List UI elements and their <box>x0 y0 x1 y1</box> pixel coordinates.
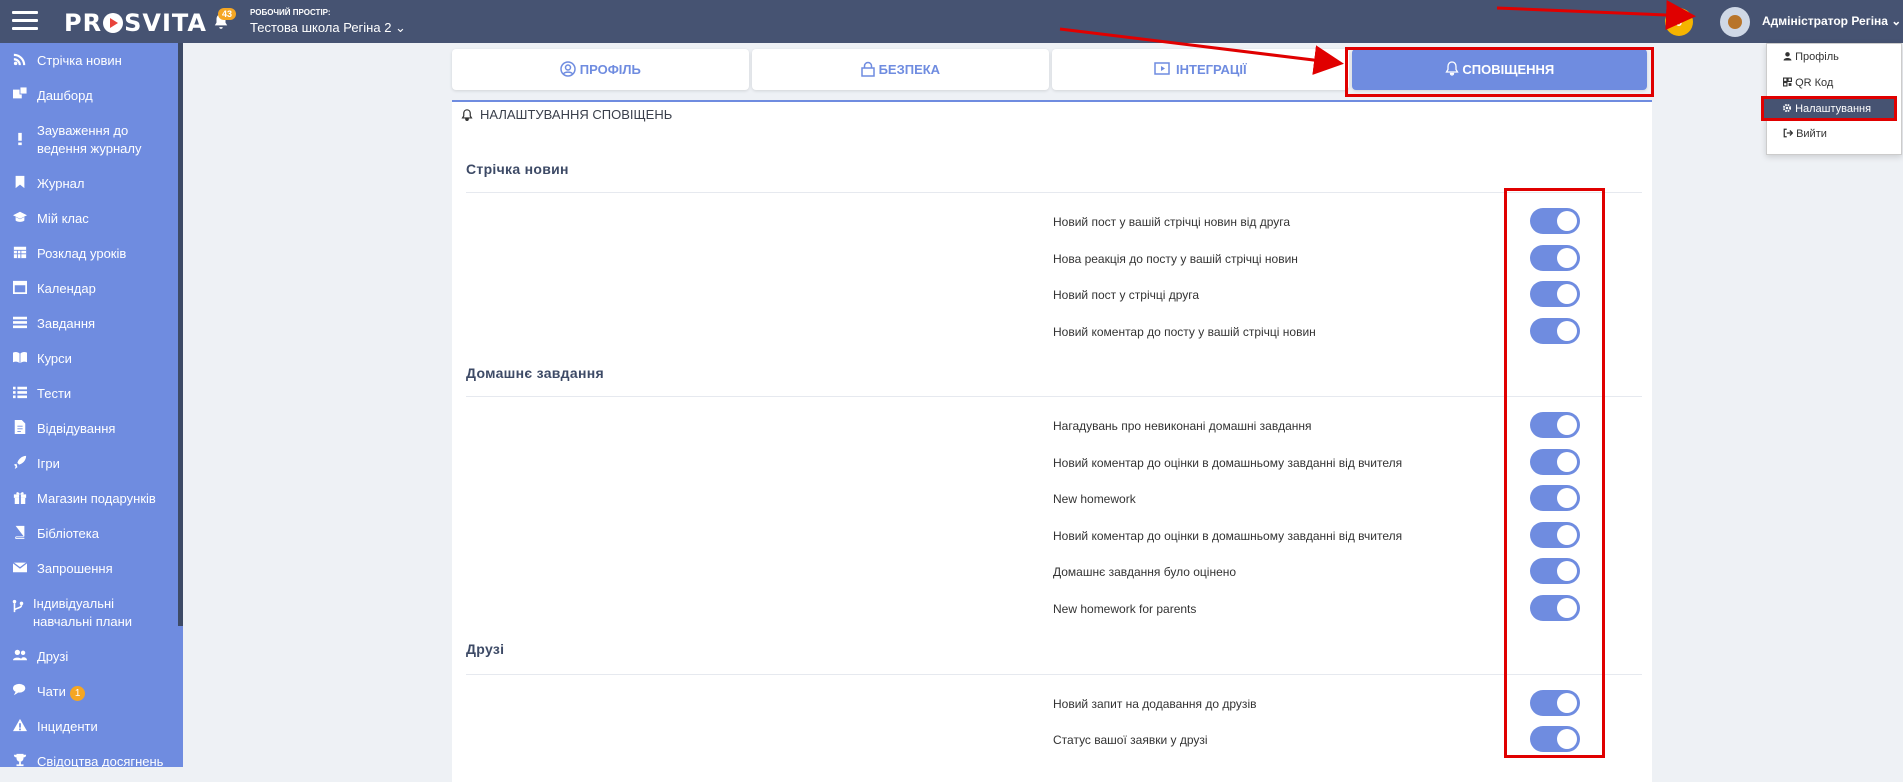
user-circle-icon <box>560 61 576 77</box>
sidebar-item-label: Свідоцтва досягнень <box>37 754 164 767</box>
sign-out-icon <box>1783 128 1794 138</box>
setting-label: Статус вашої заявки у друзі <box>1053 733 1208 747</box>
top-bar: PR SVITA 43 РОБОЧИЙ ПРОСТІР: Тестова школ… <box>0 0 1903 43</box>
setting-label: Новий пост у вашій стрічці новин від дру… <box>1053 215 1291 229</box>
dropdown-item-settings[interactable]: Налаштування <box>1761 96 1897 121</box>
sidebar-item-label: Розклад уроків <box>37 246 127 261</box>
tab-profile[interactable]: ПРОФІЛЬ <box>452 49 749 90</box>
sidebar-item-label: Чати 1 <box>37 683 177 701</box>
sidebar-item-label: Мій клас <box>37 211 89 226</box>
gift-icon <box>13 492 27 504</box>
sidebar-item-label: Зауваження до ведення журналу <box>37 123 142 156</box>
workspace-label: РОБОЧИЙ ПРОСТІР: <box>250 8 331 17</box>
section-title-news-feed: Стрічка новин <box>466 161 569 177</box>
sidebar-item-label: Тести <box>37 386 72 401</box>
setting-label: New homework <box>1053 492 1136 506</box>
bookmark-icon <box>15 175 25 189</box>
gear-icon <box>1782 103 1792 113</box>
section-title-homework: Домашнє завдання <box>466 365 604 381</box>
envelope-icon <box>12 562 28 573</box>
setting-label: Новий коментар до посту у вашій стрічці … <box>1053 325 1316 339</box>
setting-label: Нагадувань про невиконані домашні завдан… <box>1053 419 1312 433</box>
branch-icon <box>12 599 24 613</box>
sidebar-item-label: Календар <box>37 281 96 296</box>
sidebar-item-label: Завдання <box>37 316 96 331</box>
calendar-icon <box>13 280 27 294</box>
lock-icon <box>861 61 875 77</box>
sidebar: Стрічка новин Дашборд Зауваження до веде… <box>0 43 183 767</box>
dropdown-item-label: QR Код <box>1795 77 1834 89</box>
divider <box>466 192 1642 193</box>
user-icon <box>1783 52 1792 61</box>
dropdown-item-label: Вийти <box>1796 128 1827 140</box>
dropdown-item-label: Профіль <box>1795 51 1839 63</box>
sidebar-item-label: Інциденти <box>37 719 98 734</box>
avatar[interactable] <box>1720 7 1750 37</box>
tab-security-label: БЕЗПЕКА <box>878 62 941 77</box>
coins-badge[interactable]: 0 <box>1665 8 1693 36</box>
sidebar-item-label: Ігри <box>37 456 60 471</box>
sidebar-item-label: Журнал <box>37 176 85 191</box>
sidebar-item-label: Магазин подарунків <box>37 491 156 506</box>
integration-icon <box>1154 62 1171 75</box>
sidebar-item-label: Стрічка новин <box>37 53 122 68</box>
sidebar-item-label: Друзі <box>37 649 69 664</box>
menu-toggle-button[interactable] <box>12 11 38 31</box>
setting-label: Домашнє завдання було оцінено <box>1053 565 1237 579</box>
setting-label: Новий пост у стрічці друга <box>1053 288 1200 302</box>
sidebar-item-label-text: Чати <box>37 684 66 699</box>
chat-unread-badge: 1 <box>69 686 86 701</box>
dropdown-item-label: Налаштування <box>1795 103 1872 115</box>
logo[interactable]: PR SVITA <box>64 9 207 37</box>
document-icon <box>14 420 26 434</box>
user-menu-toggle[interactable]: Адміністратор Регіна ⌄ <box>1762 14 1901 28</box>
dropdown-item-qr-code[interactable]: QR Код <box>1783 77 1833 89</box>
workspace-selector[interactable]: Тестова школа Регіна 2 ⌄ <box>250 20 406 36</box>
warning-icon <box>13 718 27 732</box>
sidebar-item-label: Індивідуальні навчальні плани <box>33 596 133 629</box>
setting-label: Новий коментар до оцінки в домашньому за… <box>1053 529 1403 543</box>
rss-icon <box>13 53 26 66</box>
graduation-cap-icon <box>13 211 27 222</box>
trophy-icon <box>13 753 27 767</box>
toggles-highlight <box>1504 188 1605 758</box>
setting-label: New homework for parents <box>1053 602 1197 616</box>
notifications-count-badge: 43 <box>218 8 237 20</box>
sidebar-item-label: Бібліотека <box>37 526 99 541</box>
chat-icon <box>13 683 26 696</box>
dashboard-icon <box>13 87 28 99</box>
qr-code-icon <box>1783 77 1792 87</box>
tab-security[interactable]: БЕЗПЕКА <box>752 49 1049 90</box>
list-icon <box>13 386 27 399</box>
setting-label: Новий запит на додавання до друзів <box>1053 697 1257 711</box>
rocket-icon <box>13 455 27 469</box>
tab-integrations-label: ІНТЕГРАЦІЇ <box>1176 62 1247 77</box>
calendar-grid-icon <box>13 246 27 259</box>
exclamation-icon <box>18 132 22 146</box>
users-icon <box>13 649 27 661</box>
sidebar-item-label: Дашборд <box>37 88 93 103</box>
setting-label: Новий коментар до оцінки в домашньому за… <box>1053 456 1403 470</box>
sidebar-item-label: Відвідування <box>37 421 116 436</box>
active-tab-highlight <box>1345 47 1654 97</box>
tab-profile-label: ПРОФІЛЬ <box>579 62 641 77</box>
section-title-friends: Друзі <box>466 641 505 657</box>
library-icon <box>15 525 25 539</box>
panel-bell-icon <box>461 109 473 121</box>
notification-settings-panel <box>452 100 1652 782</box>
book-open-icon <box>13 352 27 364</box>
setting-label: Нова реакція до посту у вашій стрічці но… <box>1053 252 1298 266</box>
divider <box>466 674 1642 675</box>
sidebar-item-label: Запрошення <box>37 561 113 576</box>
tab-integrations[interactable]: ІНТЕГРАЦІЇ <box>1052 49 1349 90</box>
panel-title: НАЛАШТУВАННЯ СПОВІЩЕНЬ <box>480 107 673 122</box>
dropdown-item-logout[interactable]: Вийти <box>1783 128 1827 140</box>
dropdown-item-profile[interactable]: Профіль <box>1783 51 1839 63</box>
divider <box>466 396 1642 397</box>
tasks-icon <box>13 316 27 329</box>
sidebar-item-label: Курси <box>37 351 72 366</box>
